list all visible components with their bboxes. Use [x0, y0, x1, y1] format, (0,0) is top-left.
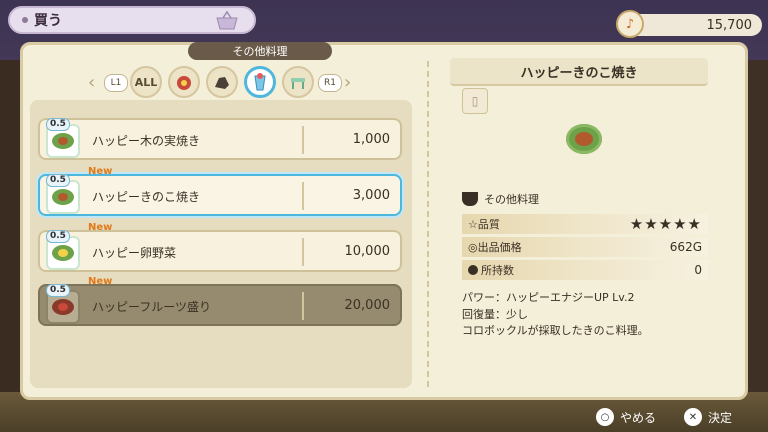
recipe-icon: ▯ — [462, 88, 488, 114]
tab-all[interactable]: ALL — [130, 66, 162, 98]
r1-button[interactable]: R1 — [318, 74, 342, 92]
rarity-badge: 0.5 — [46, 174, 70, 187]
background-tree-right — [746, 60, 768, 432]
power-text: パワー：ハッピーエナジーUP Lv.2 — [462, 291, 635, 304]
bag-icon — [177, 76, 191, 90]
new-tag: New — [88, 166, 113, 177]
detail-category: その他料理 — [462, 191, 539, 207]
tab-other-food[interactable] — [244, 66, 276, 98]
cross-button-icon: ✕ — [684, 408, 702, 426]
list-item-selected[interactable]: 0.5 New ハッピーきのこ焼き 3,000 — [38, 166, 402, 216]
row-separator — [302, 292, 304, 320]
row-separator — [302, 238, 304, 266]
chevron-right-icon[interactable]: › — [344, 72, 351, 93]
circle-button-icon: ○ — [596, 408, 614, 426]
money-bag-icon — [468, 265, 478, 275]
list-item-unaffordable[interactable]: 0.5 New ハッピーフルーツ盛り 20,000 — [38, 276, 402, 326]
detail-category-text: その他料理 — [484, 193, 539, 206]
detail-title: ハッピーきのこ焼き — [450, 58, 708, 86]
new-tag: New — [88, 276, 113, 287]
tab-bag[interactable] — [168, 66, 200, 98]
confirm-label: 決定 — [708, 410, 733, 425]
rarity-badge: 0.5 — [46, 230, 70, 243]
tab-furniture[interactable] — [282, 66, 314, 98]
screen-title-bar: 買う — [8, 6, 256, 34]
rock-icon — [215, 77, 229, 89]
sell-price-value: 662G — [669, 240, 702, 254]
recovery-text: 回復量：少し — [462, 308, 528, 321]
table-icon — [291, 78, 305, 89]
l1-button[interactable]: L1 — [104, 74, 128, 92]
item-price: 3,000 — [352, 188, 390, 203]
quality-label: ☆品質 — [468, 218, 500, 231]
row-separator — [302, 126, 304, 154]
item-preview-image — [566, 124, 602, 154]
rarity-badge: 0.5 — [46, 118, 70, 131]
item-price: 20,000 — [344, 298, 391, 313]
new-tag: New — [88, 222, 113, 233]
row-separator — [302, 182, 304, 210]
item-list: 0.5 ハッピー木の実焼き 1,000 0.5 New ハッピーきのこ焼き 3,… — [30, 100, 412, 388]
money-amount: 15,700 — [706, 17, 753, 33]
owned-value: 0 — [694, 263, 702, 277]
sell-price-label: ◎出品価格 — [468, 241, 522, 254]
shopping-bag-icon — [216, 10, 238, 30]
owned-row: 所持数 0 — [462, 260, 708, 280]
chevron-left-icon[interactable]: ‹ — [88, 72, 95, 93]
tab-ore[interactable] — [206, 66, 238, 98]
category-label: その他料理 — [188, 42, 332, 60]
item-name: ハッピー木の実焼き — [92, 134, 201, 148]
cooking-pot-icon — [462, 192, 478, 206]
dish-icon — [52, 245, 74, 261]
cancel-label: やめる — [620, 410, 657, 425]
list-item[interactable]: 0.5 ハッピー木の実焼き 1,000 — [38, 118, 402, 160]
item-name: ハッピー卵野菜 — [92, 246, 177, 260]
quality-stars: ★★★★★ — [629, 215, 702, 233]
money-display: ♪ 15,700 — [616, 10, 762, 38]
item-price: 1,000 — [352, 132, 390, 147]
item-name: ハッピーきのこ焼き — [92, 190, 201, 204]
description-text: コロボックルが採取したきのこ料理。 — [462, 324, 649, 337]
list-item[interactable]: 0.5 New ハッピー卵野菜 10,000 — [38, 222, 402, 272]
drink-icon — [254, 73, 266, 91]
category-tabs: ‹ L1 ALL R1 › — [88, 66, 358, 100]
cancel-button[interactable]: ○ やめる — [596, 408, 656, 426]
rarity-badge: 0.5 — [46, 284, 70, 297]
coin-icon: ♪ — [616, 10, 644, 38]
owned-label-text: 所持数 — [481, 264, 514, 277]
dish-icon — [52, 189, 74, 205]
dish-icon — [52, 299, 74, 315]
owned-label: 所持数 — [468, 262, 694, 278]
title-dot-icon — [22, 17, 28, 23]
panel-divider — [427, 61, 429, 387]
price-row: ◎出品価格 662G — [462, 237, 708, 257]
screen-title: 買う — [34, 13, 62, 29]
item-name: ハッピーフルーツ盛り — [92, 300, 212, 314]
quality-row: ☆品質 ★★★★★ — [462, 214, 708, 234]
confirm-button[interactable]: ✕ 決定 — [684, 408, 732, 426]
dish-icon — [52, 133, 74, 149]
item-price: 10,000 — [344, 244, 391, 259]
